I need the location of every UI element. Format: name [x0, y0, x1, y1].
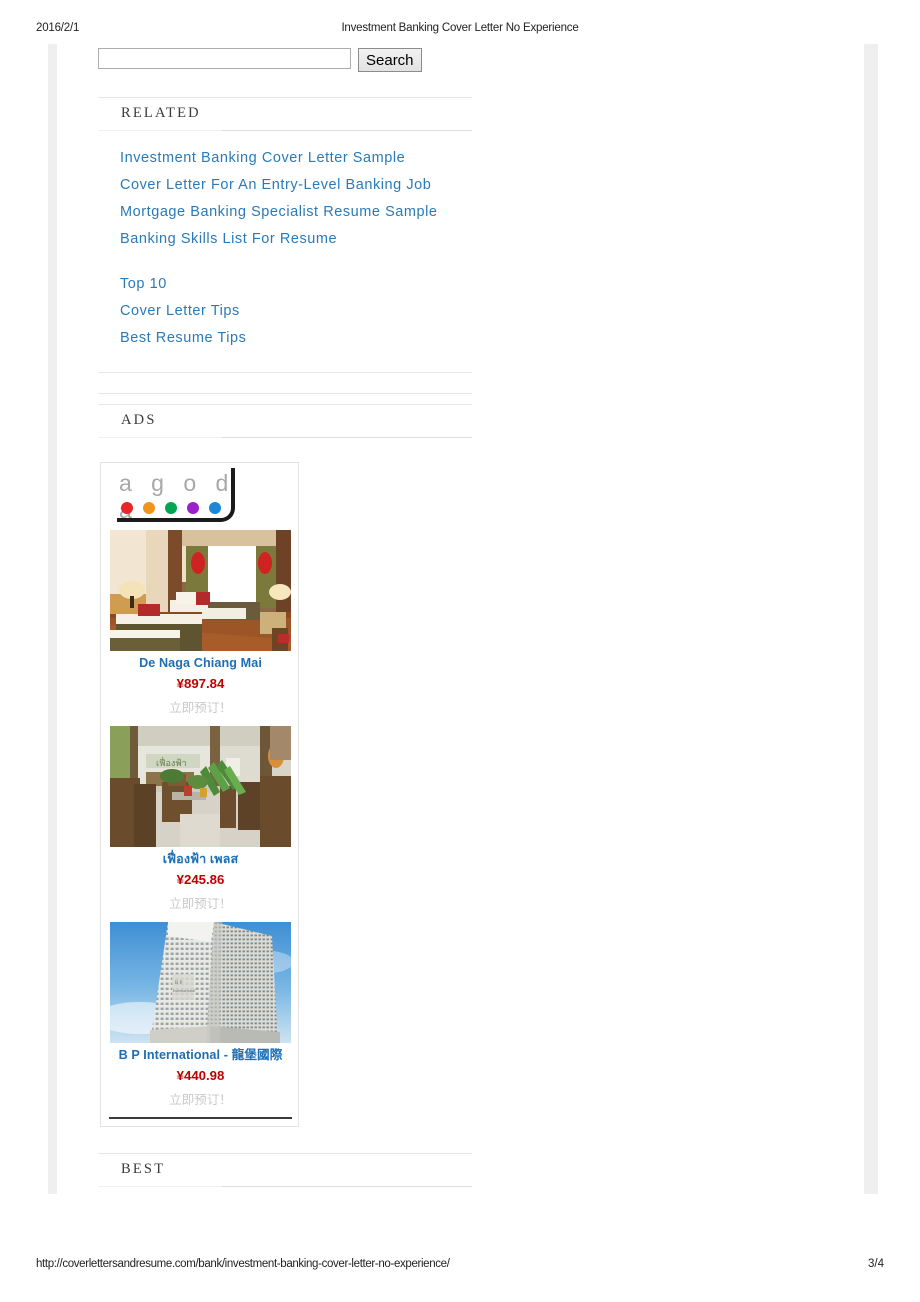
agoda-dot-green: [165, 502, 177, 514]
search-button[interactable]: Search: [358, 48, 422, 72]
hotel-name[interactable]: De Naga Chiang Mai: [109, 651, 292, 671]
hotel-photo-bp-international: B P International: [110, 922, 291, 1043]
print-page-number: 3/4: [868, 1258, 884, 1270]
svg-text:B P: B P: [175, 981, 183, 986]
print-page-title: Investment Banking Cover Letter No Exper…: [341, 22, 579, 34]
divider-gap: [98, 1127, 472, 1153]
related-heading: RELATED: [121, 105, 201, 121]
hotel-book-now-cta[interactable]: 立即预订！: [109, 1083, 292, 1117]
header-rule-right: [222, 437, 472, 438]
divider: [98, 393, 472, 394]
hotel-book-now-cta[interactable]: 立即预订！: [109, 691, 292, 725]
ads-heading: ADS: [121, 412, 157, 428]
print-header: 2016/2/1 Investment Banking Cover Letter…: [0, 22, 920, 38]
header-rule-left: [98, 437, 222, 438]
sidebar-content-column: Search RELATED Investment Banking Cover …: [98, 48, 472, 1187]
hotel-photo-de-naga: [110, 530, 291, 651]
list-item[interactable]: Mortgage Banking Specialist Resume Sampl…: [120, 199, 472, 226]
related-section: RELATED Investment Banking Cover Letter …: [98, 97, 472, 394]
svg-text:International: International: [173, 988, 196, 993]
hotel-book-now-cta[interactable]: 立即预订！: [109, 887, 292, 921]
ads-section-header: ADS: [98, 404, 472, 438]
related-section-header: RELATED: [98, 97, 472, 131]
agoda-ad-inner: a g o d a: [109, 468, 292, 1119]
agoda-logo: a g o d a: [113, 468, 237, 526]
best-section-header: BEST: [98, 1153, 472, 1187]
agoda-dot-orange: [143, 502, 155, 514]
header-rule-left: [98, 1186, 222, 1187]
list-item[interactable]: Top 10: [120, 271, 472, 298]
list-item[interactable]: Banking Skills List For Resume: [120, 226, 472, 253]
hotel-name[interactable]: เฟื่องฟ้า เพลส: [109, 847, 292, 867]
print-footer: http://coverlettersandresume.com/bank/in…: [0, 1258, 920, 1274]
divider-gap: [98, 373, 472, 393]
related-link-group-secondary: Top 10 Cover Letter Tips Best Resume Tip…: [98, 271, 472, 352]
agoda-ad-widget[interactable]: a g o d a: [100, 462, 299, 1127]
hotel-price: ¥440.98: [176, 1068, 225, 1083]
list-item[interactable]: Cover Letter Tips: [120, 298, 472, 325]
search-input[interactable]: [98, 48, 351, 69]
agoda-dot-purple: [187, 502, 199, 514]
print-source-url: http://coverlettersandresume.com/bank/in…: [36, 1258, 450, 1270]
search-form: Search: [98, 48, 472, 72]
best-section: BEST: [98, 1153, 472, 1187]
related-link-list: Investment Banking Cover Letter Sample C…: [98, 131, 472, 352]
hotel-card[interactable]: De Naga Chiang Mai ¥897.84 立即预订！: [109, 530, 292, 725]
hotel-photo-fuengfah-place: เฟื่องฟ้า: [110, 726, 291, 847]
svg-text:เฟื่องฟ้า: เฟื่องฟ้า: [156, 756, 187, 768]
list-item[interactable]: Investment Banking Cover Letter Sample: [120, 145, 472, 172]
ads-section: ADS a g o d a: [98, 404, 472, 1153]
best-heading: BEST: [121, 1161, 166, 1177]
hotel-price: ¥897.84: [176, 676, 225, 691]
page-frame-bar-left: [48, 44, 57, 1194]
agoda-dot-red: [121, 502, 133, 514]
hotel-name[interactable]: B P International - 龍堡國際: [109, 1043, 292, 1063]
hotel-card[interactable]: B P International B P International - 龍堡…: [109, 922, 292, 1117]
header-rule-left: [98, 130, 222, 131]
agoda-wordmark: a g o d a: [119, 470, 235, 523]
related-link-group-primary: Investment Banking Cover Letter Sample C…: [98, 145, 472, 253]
list-item[interactable]: Cover Letter For An Entry-Level Banking …: [120, 172, 472, 199]
list-item[interactable]: Best Resume Tips: [120, 325, 472, 352]
hotel-price: ¥245.86: [176, 872, 225, 887]
header-rule-right: [222, 130, 472, 131]
hotel-card[interactable]: เฟื่องฟ้า เฟื่องฟ้า เพลส ¥245.86 立即预订！: [109, 726, 292, 921]
header-rule-right: [222, 1186, 472, 1187]
agoda-dots-icon: [121, 502, 221, 514]
page-frame-bar-right: [864, 44, 878, 1194]
agoda-dot-blue: [209, 502, 221, 514]
